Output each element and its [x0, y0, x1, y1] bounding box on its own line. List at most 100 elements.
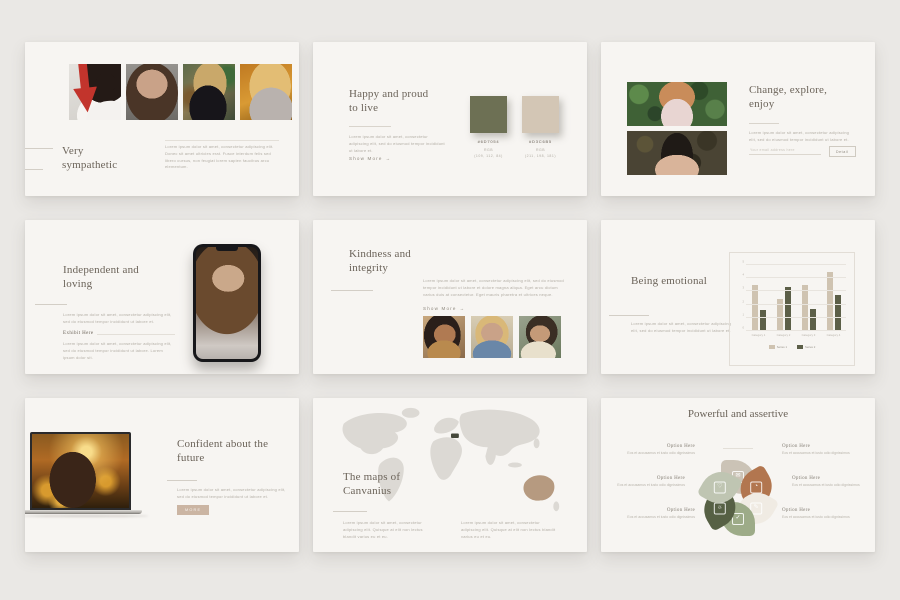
- decorative-line: [333, 511, 367, 512]
- slide-title: Very sympathetic: [62, 145, 140, 173]
- bar-group: [802, 285, 816, 331]
- slide-title: Kindness and integrity: [349, 248, 435, 276]
- slide-body: Lorem ipsum dolor sit amet, consectetur …: [423, 278, 567, 298]
- swatch-rgb-label: (211, 198, 181): [522, 154, 559, 158]
- new-zealand: [553, 501, 559, 511]
- portrait-silhouette: [96, 73, 116, 93]
- option-item: Option Here Eos et accusamus et iusto od…: [613, 476, 685, 488]
- slide-body: Lorem ipsum dolor sit amet, consectetur …: [165, 144, 279, 171]
- world-map: [331, 404, 569, 526]
- slide-powerful-and-assertive: Powerful and assertive ✉◔✎✓☼♡ Option Her…: [601, 398, 875, 552]
- chart-gridline: [746, 277, 846, 278]
- bar-group: [752, 285, 766, 331]
- option-item: Option Here Eos et accusamus et iusto od…: [623, 444, 695, 456]
- email-input[interactable]: [749, 146, 821, 155]
- photo-brunette-gray: [126, 64, 178, 120]
- swatch-rgb-label: (109, 112, 84): [470, 154, 507, 158]
- option-item: Option Here Eos et accusamus et iusto od…: [792, 476, 864, 488]
- photo-strip: [423, 316, 561, 358]
- swatch-hex-label: #6D7054: [470, 139, 507, 144]
- photo-woman-sunglasses: [519, 316, 561, 358]
- slide-maps-of-canvanius: The maps of Canvanius Lorem ipsum dolor …: [313, 398, 587, 552]
- chart-ytick-label: 1: [736, 312, 744, 316]
- indonesia: [508, 463, 522, 468]
- chart-category-label: Category 1: [752, 333, 766, 337]
- phone-mockup: [193, 244, 261, 362]
- slide-body: Lorem ipsum dolor sit amet, consectetur …: [63, 312, 175, 326]
- chart-legend: Series 1Series 2: [730, 345, 854, 349]
- more-button[interactable]: MORE: [177, 505, 209, 515]
- slide-very-sympathetic: Very sympathetic Lorem ipsum dolor sit a…: [25, 42, 299, 196]
- slide-title: The maps of Canvanius: [343, 471, 433, 499]
- india: [485, 448, 495, 465]
- chart-category-label: Category 2: [777, 333, 791, 337]
- slide-body: Lorem ipsum dolor sit amet, consectetur …: [177, 487, 289, 501]
- detail-button[interactable]: Detail: [829, 146, 856, 157]
- bar-series-2: [785, 287, 791, 331]
- show-more-link[interactable]: Show More→: [349, 156, 390, 161]
- photo-woman-denim: [471, 316, 513, 358]
- subheading: Exhibit Here: [63, 331, 94, 336]
- japan: [534, 438, 540, 448]
- heart-icon: ♡: [714, 482, 726, 494]
- bar-series-2: [835, 295, 841, 331]
- laptop-screen-sunflowers: [32, 434, 129, 508]
- bar-series-1: [827, 272, 833, 331]
- color-swatch-olive: [470, 96, 507, 133]
- option-item: Option Here Eos et accusamus et iusto od…: [623, 508, 695, 520]
- legend-color-chip: [797, 345, 803, 349]
- chart-ytick-label: 0: [736, 326, 744, 330]
- decorative-line: [25, 148, 53, 149]
- photo-woman-laughing: [423, 316, 465, 358]
- greenland: [402, 408, 420, 418]
- show-more-link[interactable]: Show More→: [423, 306, 464, 311]
- title-divider: [349, 126, 391, 127]
- slide-grid: Very sympathetic Lorem ipsum dolor sit a…: [0, 0, 900, 600]
- slide-happy-and-proud: Happy and proud to live Lorem ipsum dolo…: [313, 42, 587, 196]
- chart-category-label: Category 4: [827, 333, 841, 337]
- chart-ytick-label: 5: [736, 260, 744, 264]
- slide-body: Lorem ipsum dolor sit amet, consectetur …: [749, 130, 857, 144]
- bar-group: [827, 272, 841, 331]
- slide-body: Lorem ipsum dolor sit amet, consectetur …: [63, 341, 175, 361]
- chart-gridline: [746, 317, 846, 318]
- arrow-right-icon: →: [386, 156, 391, 161]
- photo-blonde-black-dress: [183, 64, 235, 120]
- slide-body-left: Lorem ipsum dolor sit amet, consectetur …: [343, 520, 435, 540]
- bar-group: [777, 287, 791, 331]
- slide-kindness-and-integrity: Kindness and integrity Lorem ipsum dolor…: [313, 220, 587, 374]
- australia-highlight: [523, 475, 554, 500]
- chart-plot-area: 012345: [746, 265, 846, 331]
- chart-gridline: [746, 330, 846, 331]
- chart-category-label: Category 3: [802, 333, 816, 337]
- decorative-line: [165, 140, 279, 141]
- africa: [430, 437, 462, 480]
- legend-color-chip: [769, 345, 775, 349]
- option-item: Option Here Eos et accusamus et iusto od…: [782, 444, 854, 456]
- decorative-line: [25, 169, 43, 170]
- photo-woman-dark-foliage: [627, 131, 727, 175]
- legend-item: Series 2: [797, 345, 815, 349]
- europe: [434, 418, 459, 434]
- phone-notch: [216, 247, 238, 251]
- swatch-hex-label: #D3C6B5: [522, 139, 559, 144]
- chart-gridline: [746, 304, 846, 305]
- decorative-line: [167, 480, 197, 481]
- title-divider: [723, 448, 753, 449]
- photo-woman-red-arrow: [69, 64, 121, 120]
- decorative-line: [609, 315, 649, 316]
- photo-strip: [69, 64, 292, 120]
- slide-title: Independent and loving: [63, 264, 153, 292]
- option-item: Option Here Eos et accusamus et iusto od…: [782, 508, 854, 520]
- subheading-rule: [97, 334, 175, 335]
- slide-confident-about-future: Confident about the future Lorem ipsum d…: [25, 398, 299, 552]
- title-divider: [749, 123, 779, 124]
- laptop-mockup: [30, 432, 131, 510]
- swatch-mode-label: RGB: [470, 148, 507, 152]
- photo-blonde-orange: [240, 64, 292, 120]
- slide-title: Change, explore, enjoy: [749, 84, 839, 112]
- chart-ytick-label: 4: [736, 273, 744, 277]
- decorative-line: [331, 290, 373, 291]
- slide-body: Lorem ipsum dolor sit amet, consectetur …: [349, 134, 449, 154]
- chart-gridline: [746, 290, 846, 291]
